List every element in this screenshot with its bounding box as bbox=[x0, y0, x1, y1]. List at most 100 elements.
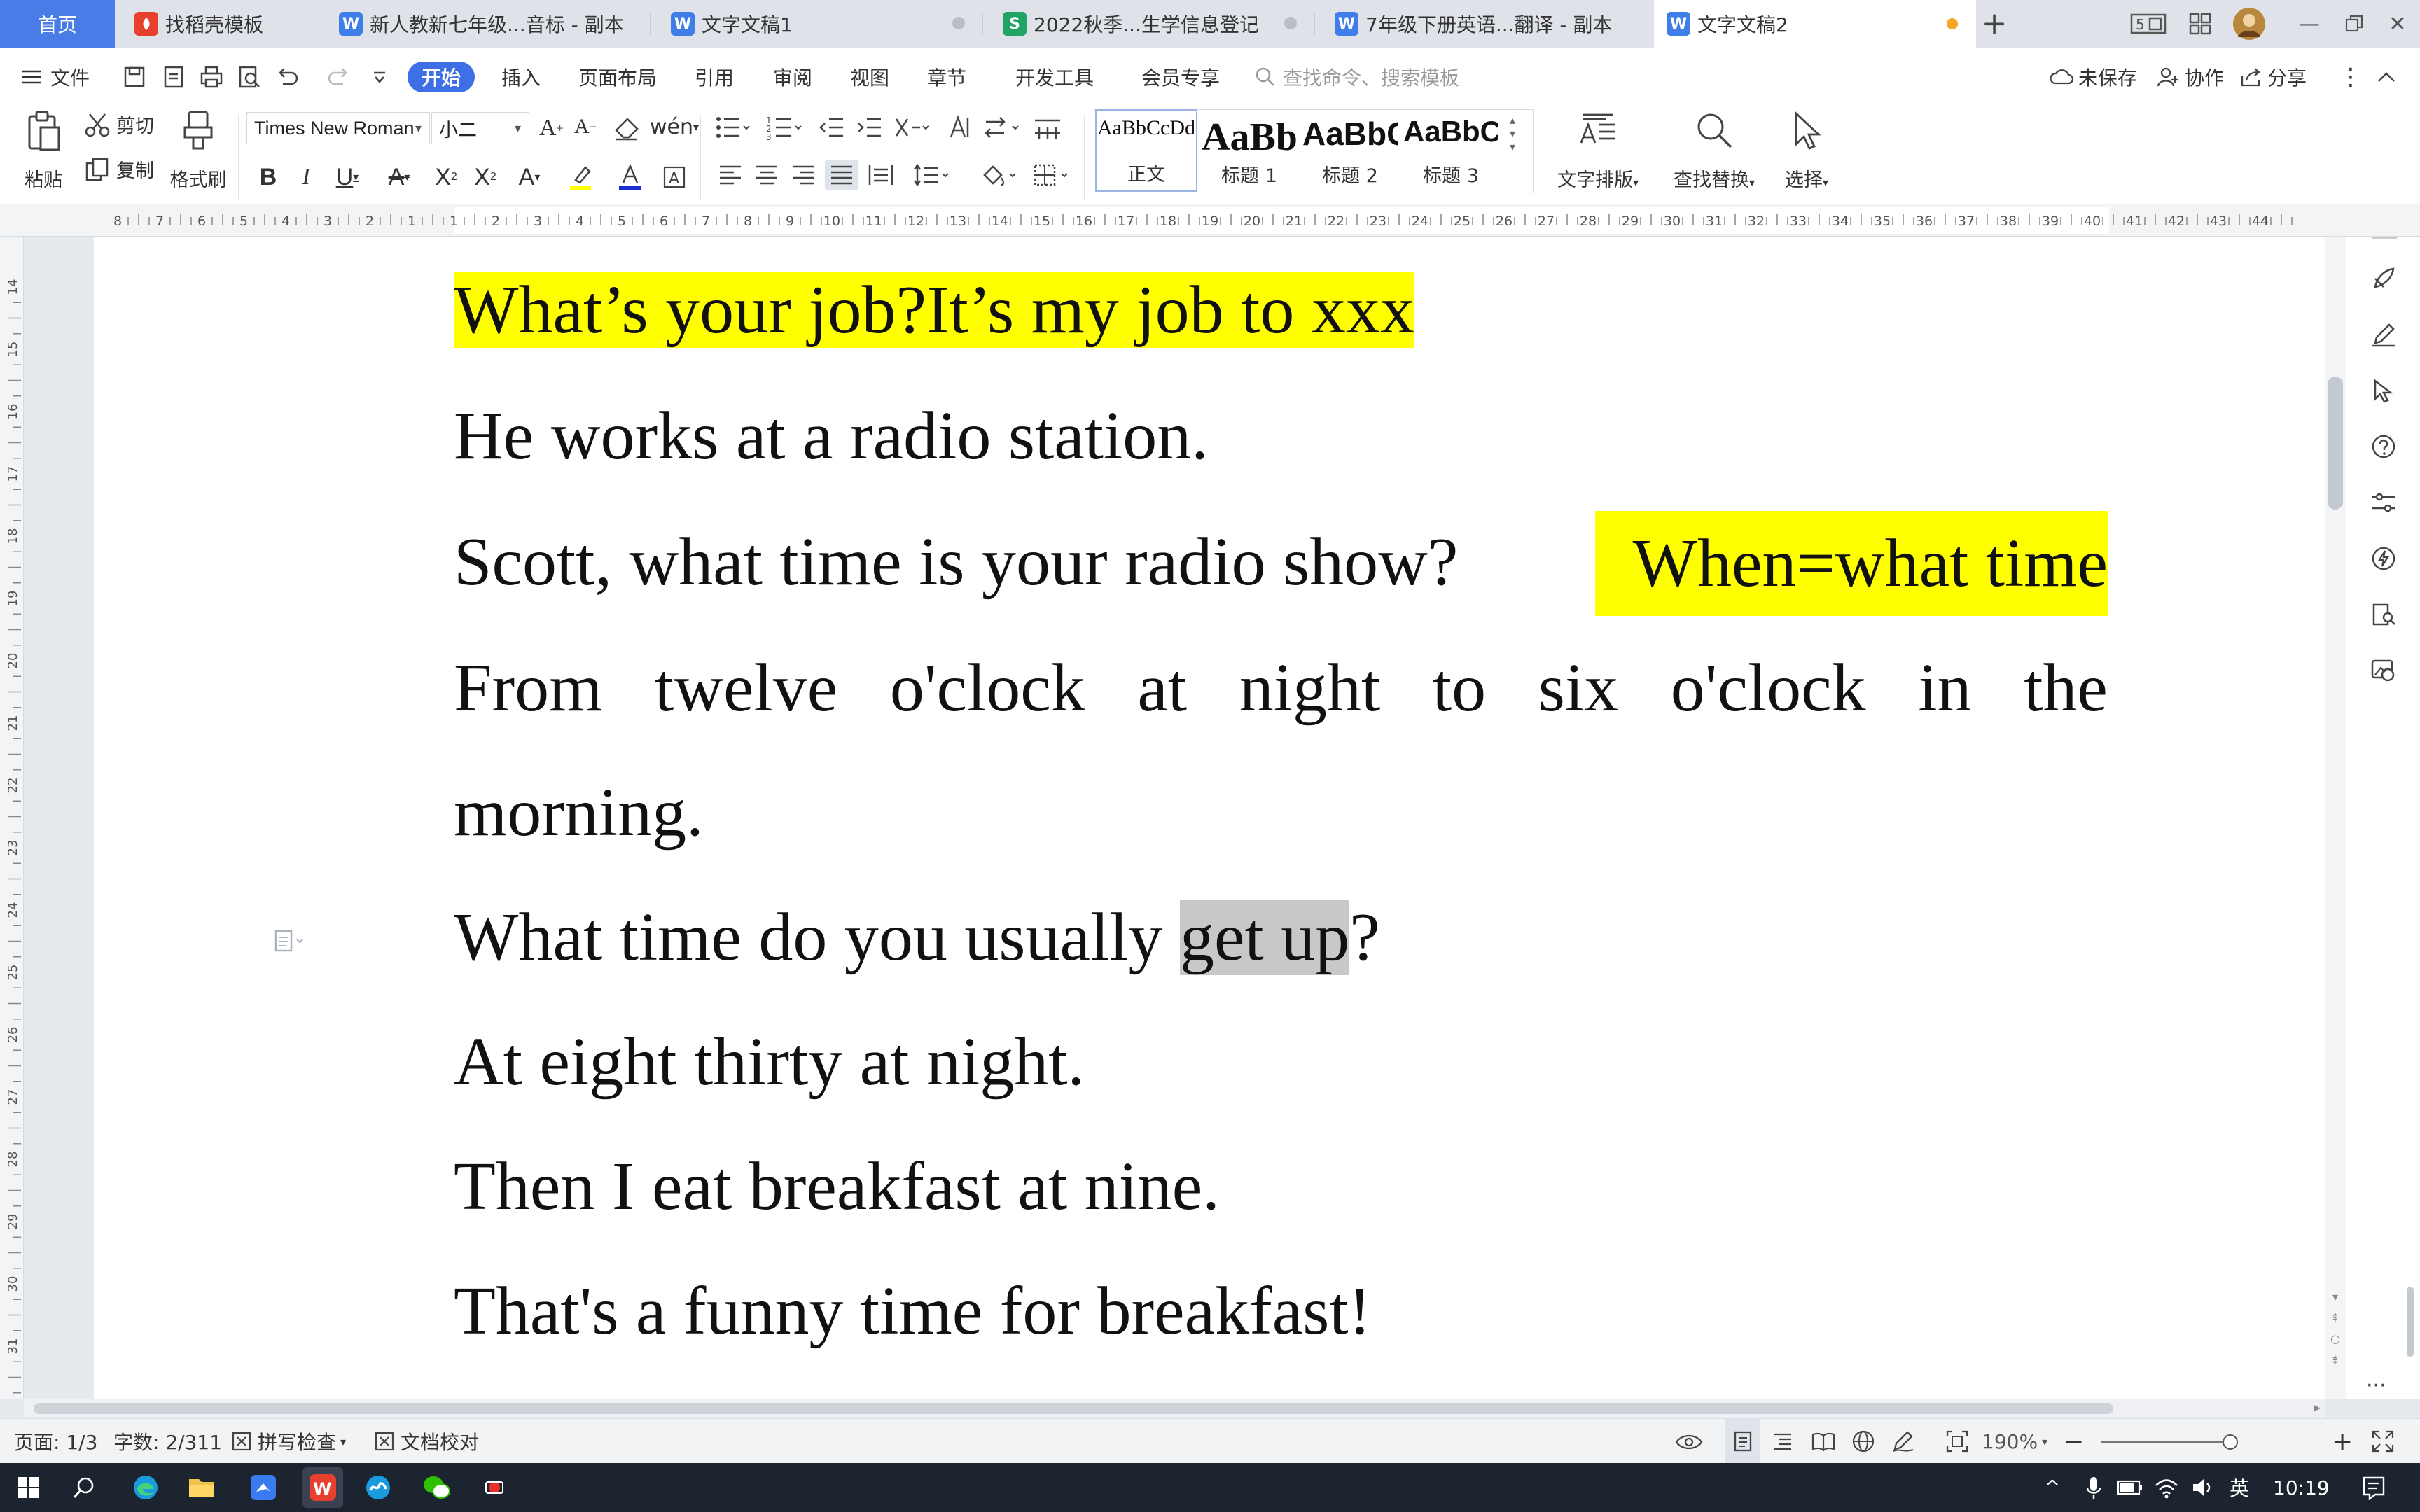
numbered-list-icon[interactable]: 123 bbox=[766, 113, 802, 141]
doc-paragraph[interactable]: At eight thirty at night. bbox=[454, 1009, 1085, 1114]
vertical-scrollbar[interactable]: ▾ ⇞ ○ ⇟ bbox=[2325, 237, 2346, 1399]
command-search[interactable]: 查找命令、搜索模板 bbox=[1255, 60, 1459, 94]
tab-docer-templates[interactable]: 找稻壳模板 bbox=[122, 0, 318, 48]
print-preview-icon[interactable] bbox=[235, 63, 263, 91]
page-view-icon[interactable] bbox=[1725, 1419, 1760, 1464]
system-clock[interactable]: 10:19 bbox=[2273, 1463, 2330, 1512]
layout-switch-icon[interactable]: 5 bbox=[2126, 0, 2171, 48]
edge-browser-icon[interactable] bbox=[129, 1471, 162, 1504]
web-view-icon[interactable] bbox=[1851, 1419, 1875, 1464]
tencent-meeting-icon[interactable] bbox=[361, 1471, 395, 1504]
side-panel-scroll-thumb[interactable] bbox=[2407, 1287, 2414, 1357]
text-layout-button[interactable]: 文字排版▾ bbox=[1549, 109, 1647, 192]
zoom-level-dropdown[interactable]: 190% ▾ bbox=[1982, 1419, 2047, 1464]
new-tab-button[interactable]: + bbox=[1975, 6, 2014, 42]
doc-paragraph[interactable]: Then I eat breakfast at nine. bbox=[454, 1134, 1220, 1239]
select-button[interactable]: 选择▾ bbox=[1772, 109, 1842, 192]
line-spacing-icon[interactable] bbox=[913, 162, 951, 188]
feishu-icon[interactable] bbox=[246, 1471, 280, 1504]
chinese-layout-icon[interactable] bbox=[893, 113, 930, 141]
fullscreen-icon[interactable] bbox=[2371, 1419, 2395, 1464]
underline-button[interactable]: U ▾ bbox=[326, 161, 368, 193]
shading-icon[interactable] bbox=[980, 162, 1018, 188]
cursor-icon[interactable] bbox=[2370, 377, 2398, 405]
grow-font-icon[interactable]: A + bbox=[539, 115, 564, 141]
decrease-indent-icon[interactable] bbox=[818, 113, 846, 141]
spell-check-toggle[interactable]: 拼写检查 ▾ bbox=[231, 1419, 346, 1464]
grid-apps-icon[interactable] bbox=[2178, 0, 2223, 48]
distributed-align-icon[interactable] bbox=[867, 162, 895, 188]
paste-button[interactable]: 粘贴 bbox=[15, 109, 71, 192]
tab-doc-phonetics[interactable]: W 新人教新七年级...音标 - 副本 bbox=[326, 0, 651, 48]
doc-paragraph[interactable]: That's a funny time for breakfast! bbox=[454, 1259, 1371, 1364]
restore-icon[interactable] bbox=[2332, 0, 2377, 48]
tab-close-icon[interactable] bbox=[952, 17, 965, 29]
italic-button[interactable]: I bbox=[290, 161, 322, 193]
collapse-ribbon-icon[interactable] bbox=[2377, 48, 2396, 106]
battery-icon[interactable] bbox=[2113, 1471, 2147, 1504]
search-icon[interactable] bbox=[67, 1471, 101, 1504]
char-border-button[interactable]: A bbox=[658, 161, 690, 193]
zoom-in-button[interactable]: + bbox=[2332, 1419, 2353, 1464]
page-nav-icons[interactable]: ▾ ⇞ ○ ⇟ bbox=[2329, 1287, 2342, 1371]
style-heading-2[interactable]: AaBbC 标题 2 bbox=[1301, 109, 1399, 192]
menu-tab-view[interactable]: 视图 bbox=[850, 48, 889, 106]
image-tools-icon[interactable] bbox=[2370, 657, 2398, 685]
menu-tab-home[interactable]: 开始 bbox=[408, 62, 475, 92]
tab-doc2-active[interactable]: W 文字文稿2 bbox=[1654, 0, 1976, 48]
user-avatar[interactable] bbox=[2227, 0, 2272, 48]
styles-scroll-icon[interactable]: ▴ ▾ ▾ bbox=[1510, 113, 1515, 153]
font-color-button[interactable] bbox=[609, 161, 651, 193]
doc-proofread-button[interactable]: 文档校对 bbox=[374, 1419, 479, 1464]
highlight-color-button[interactable] bbox=[560, 161, 602, 193]
doc-paragraph[interactable]: From twelve o'clock at night to six o'clock in th… bbox=[454, 636, 2108, 741]
align-center-icon[interactable] bbox=[753, 162, 780, 188]
text-direction-icon[interactable] bbox=[945, 113, 973, 141]
minimize-icon[interactable]: — bbox=[2287, 0, 2332, 48]
style-heading-1[interactable]: AaBb 标题 1 bbox=[1200, 109, 1298, 192]
menu-tab-references[interactable]: 引用 bbox=[695, 48, 734, 106]
copy-button[interactable]: 复制 bbox=[84, 155, 154, 183]
paragraph-handle-icon[interactable] bbox=[273, 928, 308, 953]
subscript-button[interactable]: X2 bbox=[468, 161, 503, 193]
help-icon[interactable] bbox=[2370, 433, 2398, 461]
file-menu[interactable]: 文件 bbox=[21, 48, 90, 106]
pen-edit-icon[interactable] bbox=[2370, 321, 2398, 349]
write-mode-icon[interactable] bbox=[1891, 1419, 1916, 1464]
save-icon[interactable] bbox=[120, 63, 148, 91]
horizontal-scrollbar[interactable]: ▸ bbox=[24, 1399, 2325, 1418]
tray-expand-icon[interactable]: ^ bbox=[2045, 1463, 2060, 1512]
format-painter-button[interactable]: 格式刷 bbox=[167, 109, 230, 192]
strikethrough-button[interactable]: A ▾ bbox=[378, 161, 420, 193]
bold-button[interactable]: B bbox=[252, 161, 284, 193]
input-method-indicator[interactable]: 英 bbox=[2230, 1463, 2249, 1512]
fit-page-icon[interactable] bbox=[1945, 1419, 1969, 1464]
settings-sliders-icon[interactable] bbox=[2370, 489, 2398, 517]
doc-search-icon[interactable] bbox=[2370, 601, 2398, 629]
zoom-out-button[interactable]: − bbox=[2063, 1419, 2084, 1464]
notification-center-icon[interactable] bbox=[2357, 1471, 2391, 1504]
cut-button[interactable]: 剪切 bbox=[84, 111, 154, 138]
undo-icon[interactable] bbox=[273, 63, 301, 91]
align-justify-icon[interactable] bbox=[825, 160, 858, 190]
increase-indent-icon[interactable] bbox=[856, 113, 884, 141]
wechat-icon[interactable] bbox=[420, 1471, 454, 1504]
quick-access-dropdown-icon[interactable] bbox=[366, 63, 394, 91]
text-effect-button[interactable]: A ▾ bbox=[508, 161, 550, 193]
unsaved-status[interactable]: 未保存 bbox=[2049, 48, 2137, 106]
horizontal-scroll-thumb[interactable] bbox=[34, 1403, 2113, 1414]
vertical-ruler[interactable]: 14 15 16 17 18 19 20 21 22 23 24 25 26 27 28 29 30 31 bbox=[0, 237, 24, 1399]
menu-tab-review[interactable]: 审阅 bbox=[773, 48, 812, 106]
file-explorer-icon[interactable] bbox=[185, 1471, 218, 1504]
font-size-select[interactable]: 小二 ▾ bbox=[431, 112, 529, 144]
reading-view-icon[interactable] bbox=[1811, 1419, 1836, 1464]
vertical-scroll-thumb[interactable] bbox=[2328, 377, 2343, 510]
align-left-icon[interactable] bbox=[717, 162, 744, 188]
word-count[interactable]: 字数: 2/311 bbox=[113, 1419, 222, 1464]
tab-close-icon[interactable] bbox=[1284, 17, 1297, 29]
rocket-icon[interactable] bbox=[2370, 265, 2398, 293]
doc-paragraph[interactable]: What time do you usually get up? bbox=[454, 885, 1380, 990]
windows-start-icon[interactable] bbox=[11, 1471, 45, 1504]
document-canvas[interactable]: What’s your job?It’s my job to xxx He wo… bbox=[24, 237, 2325, 1399]
doc-paragraph[interactable]: What’s your job?It’s my job to xxx bbox=[454, 258, 1414, 363]
